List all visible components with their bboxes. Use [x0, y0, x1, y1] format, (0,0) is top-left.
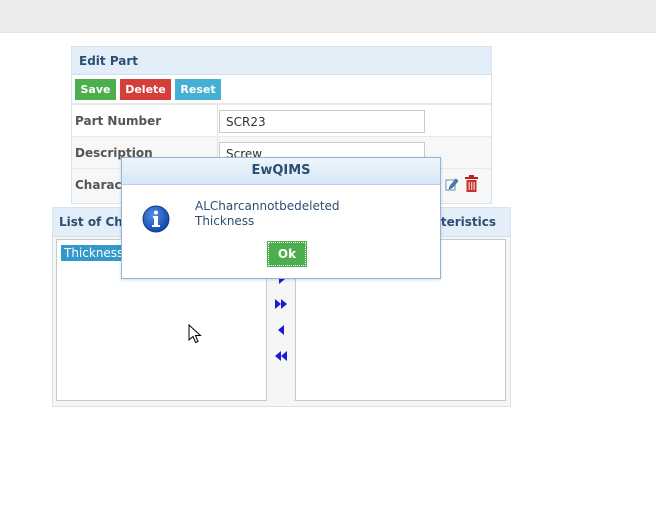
save-button[interactable]: Save	[75, 79, 116, 100]
selected-list-title: cteristics	[433, 215, 496, 229]
ok-button[interactable]: Ok	[267, 241, 307, 267]
part-number-row: Part Number	[72, 104, 491, 137]
dialog-message: ALCharcannotbedeleted Thickness	[195, 199, 340, 229]
double-arrow-left-icon[interactable]	[273, 349, 289, 363]
characteristics-label: Charact	[75, 178, 128, 192]
dialog-title: EwQIMS	[122, 158, 440, 185]
info-icon	[142, 205, 170, 233]
row-divider	[217, 105, 218, 137]
part-number-input[interactable]	[219, 110, 425, 133]
mouse-cursor-icon	[188, 324, 202, 344]
dialog-message-line: ALCharcannotbedeleted	[195, 199, 340, 213]
list-item-thickness[interactable]: Thickness	[61, 245, 127, 261]
panel-title: Edit Part	[72, 47, 491, 75]
double-arrow-right-icon[interactable]	[273, 297, 289, 311]
reset-button[interactable]: Reset	[175, 79, 221, 100]
arrow-left-icon[interactable]	[273, 323, 289, 337]
top-bar	[0, 0, 656, 33]
dialog-message-line: Thickness	[195, 214, 255, 228]
toolbar: Save Delete Reset	[72, 75, 491, 104]
pencil-icon[interactable]	[445, 177, 459, 191]
trash-icon[interactable]	[464, 175, 479, 192]
delete-button[interactable]: Delete	[120, 79, 171, 100]
part-number-label: Part Number	[75, 114, 162, 128]
alert-dialog: EwQIMS ALCharcannotbedeleted Thickness O…	[121, 157, 441, 279]
